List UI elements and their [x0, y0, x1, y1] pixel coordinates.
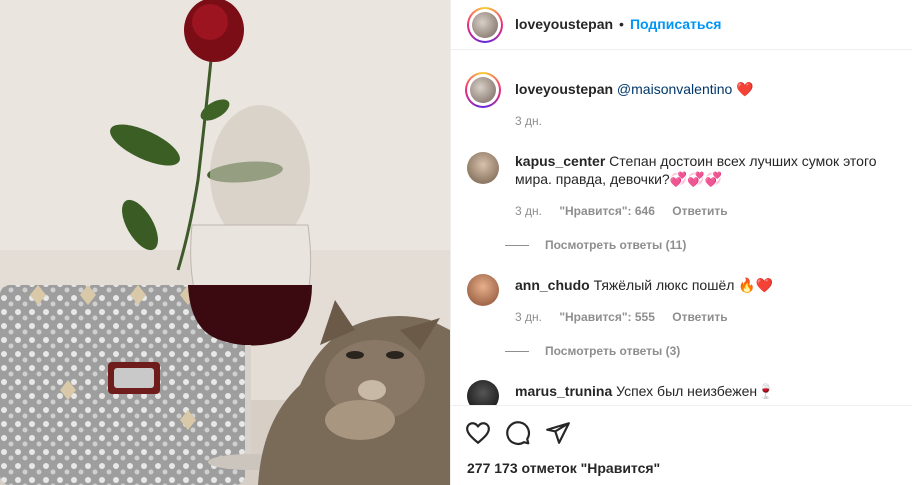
comment-time[interactable]: 3 дн.	[515, 310, 542, 324]
comment-username[interactable]: marus_trunina	[515, 383, 612, 399]
post-actions: 277 173 отметок "Нравится"	[451, 405, 912, 485]
view-replies-button[interactable]: Посмотреть ответы (11)	[505, 238, 686, 252]
view-replies-label: Посмотреть ответы (3)	[545, 344, 681, 358]
comment-likes[interactable]: "Нравится": 646	[559, 204, 655, 218]
comment-meta: 3 дн. "Нравится": 646 Ответить	[515, 204, 742, 218]
replies-line	[505, 244, 529, 246]
share-icon[interactable]	[545, 420, 571, 446]
caption-meta: 3 дн.	[515, 114, 556, 128]
caption-username[interactable]: loveyoustepan	[515, 81, 613, 97]
author-username[interactable]: loveyoustepan	[515, 16, 613, 32]
heart-icon[interactable]	[465, 420, 491, 446]
comment-item: kapus_center Степан достоин всех лучших …	[465, 150, 895, 260]
comment-meta: 3 дн. "Нравится": 555 Ответить	[515, 310, 742, 324]
likes-count[interactable]: 277 173 отметок "Нравится"	[467, 460, 660, 476]
comment-text: ann_chudo Тяжёлый люкс пошёл 🔥❤️	[515, 276, 885, 294]
reply-button[interactable]: Ответить	[672, 310, 727, 324]
replies-line	[505, 350, 529, 352]
comment-body: Успех был неизбежен🍷	[616, 383, 775, 399]
view-replies-button[interactable]: Посмотреть ответы (3)	[505, 344, 680, 358]
comment-username[interactable]: ann_chudo	[515, 277, 590, 293]
caption-emoji: ❤️	[736, 81, 754, 97]
comment-likes[interactable]: "Нравится": 555	[559, 310, 655, 324]
comments-list[interactable]: loveyoustepan @maisonvalentino ❤️ 3 дн. …	[451, 50, 912, 405]
post-image	[0, 0, 450, 485]
caption: loveyoustepan @maisonvalentino ❤️ 3 дн.	[465, 72, 895, 132]
comment-item: ann_chudo Тяжёлый люкс пошёл 🔥❤️ 3 дн. "…	[465, 272, 895, 362]
caption-time[interactable]: 3 дн.	[515, 114, 542, 128]
separator-dot: •	[619, 16, 624, 32]
view-replies-label: Посмотреть ответы (11)	[545, 238, 687, 252]
comment-text: marus_trunina Успех был неизбежен🍷	[515, 382, 885, 400]
comment-time[interactable]: 3 дн.	[515, 204, 542, 218]
comment-item: marus_trunina Успех был неизбежен🍷	[465, 378, 895, 405]
commenter-avatar[interactable]	[467, 380, 499, 405]
caption-avatar[interactable]	[465, 72, 501, 108]
comment-icon[interactable]	[505, 420, 531, 446]
post-sidebar: loveyoustepan • Подписаться loveyoustepan …	[450, 0, 912, 485]
commenter-avatar[interactable]	[467, 152, 499, 184]
comment-body-line1: Степан достоин всех лучших сумок этого	[609, 153, 877, 169]
follow-button[interactable]: Подписаться	[630, 16, 722, 32]
comment-body: Тяжёлый люкс пошёл 🔥❤️	[593, 277, 774, 293]
caption-mention[interactable]: @maisonvalentino	[617, 81, 732, 97]
comment-username[interactable]: kapus_center	[515, 153, 605, 169]
author-avatar[interactable]	[467, 7, 503, 43]
commenter-avatar[interactable]	[467, 274, 499, 306]
post-dialog: loveyoustepan • Подписаться loveyoustepan …	[0, 0, 912, 485]
comment-body-line2: мира. правда, девочки?💞💞💞	[515, 171, 722, 187]
post-header: loveyoustepan • Подписаться	[451, 0, 912, 50]
comment-text: kapus_center Степан достоин всех лучших …	[515, 152, 885, 188]
reply-button[interactable]: Ответить	[672, 204, 727, 218]
post-photo[interactable]	[0, 0, 450, 485]
caption-text: loveyoustepan @maisonvalentino ❤️	[515, 80, 754, 98]
